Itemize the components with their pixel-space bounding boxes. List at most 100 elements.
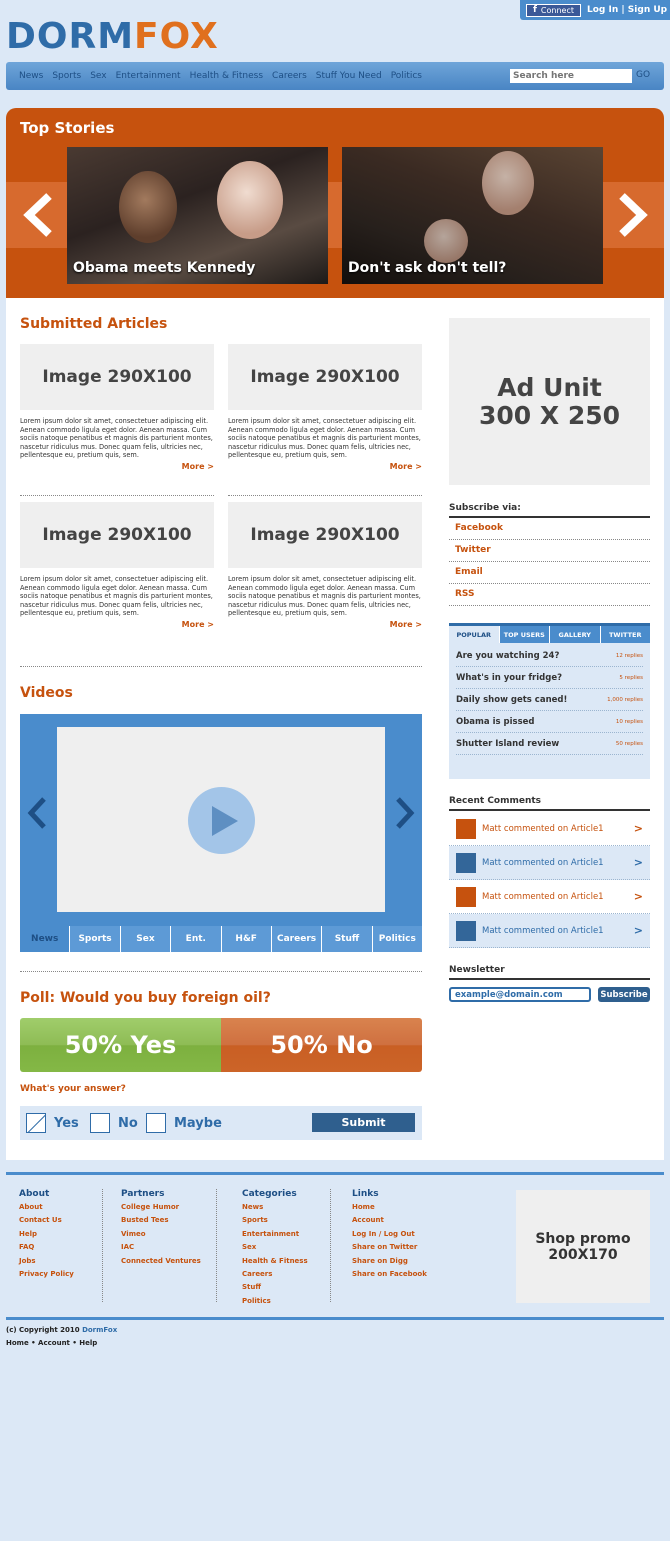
article-more-link[interactable]: More > [20,462,214,471]
checkbox[interactable] [90,1113,110,1133]
avatar [456,852,476,873]
poll-title: Poll: Would you buy foreign oil? [20,990,271,1006]
story-photo-obama-kennedy[interactable]: Obama meets Kennedy [67,147,328,284]
footer-link[interactable]: Sex [242,1241,330,1254]
story-photo-dadt[interactable]: Don't ask don't tell? [342,147,603,284]
poll-option-maybe[interactable]: Maybe [146,1113,222,1133]
video-screen[interactable] [57,727,385,912]
footer-link[interactable]: Home [352,1201,462,1214]
article-image-placeholder[interactable]: Image 290X100 [228,344,422,410]
footer-link[interactable]: Busted Tees [121,1214,216,1227]
video-tab-sex[interactable]: Sex [119,926,171,952]
footer-link[interactable]: Connected Ventures [121,1255,216,1268]
poll-option-no[interactable]: No [90,1113,138,1133]
comment-item[interactable]: Matt commented on Article1 > [449,812,650,846]
article-more-link[interactable]: More > [228,462,422,471]
footer-link[interactable]: Account [352,1214,462,1227]
search-input[interactable] [510,69,632,83]
nav-item-careers[interactable]: Careers [272,71,307,81]
footer-link[interactable]: Jobs [19,1255,102,1268]
footer-link[interactable]: Politics [242,1295,330,1308]
list-item[interactable]: What's in your fridge? 5 replies [456,667,643,689]
footer-link[interactable]: IAC [121,1241,216,1254]
story-caption: Obama meets Kennedy [73,260,256,276]
tab-twitter[interactable]: TWITTER [599,626,650,643]
footer-link[interactable]: College Humor [121,1201,216,1214]
list-item[interactable]: Obama is pissed 10 replies [456,711,643,733]
footer-link[interactable]: News [242,1201,330,1214]
nav-item-stuff-you-need[interactable]: Stuff You Need [316,71,382,81]
nav-item-sex[interactable]: Sex [90,71,106,81]
newsletter-email-field[interactable]: example@domain.com [449,987,591,1002]
footer-link[interactable]: Entertainment [242,1228,330,1241]
article-more-link[interactable]: More > [228,620,422,629]
nav-item-health-fitness[interactable]: Health & Fitness [190,71,263,81]
footer-link[interactable]: Health & Fitness [242,1255,330,1268]
search-go-button[interactable]: GO [636,70,650,80]
nav-item-sports[interactable]: Sports [52,71,81,81]
video-player: News Sports Sex Ent. H&F Careers Stuff P… [20,714,422,952]
subscribe-email-link[interactable]: Email [449,562,650,584]
footer-link[interactable]: Share on Facebook [352,1268,462,1281]
login-signup-link[interactable]: Log In | Sign Up [587,5,667,15]
footer-column-title: Links [352,1189,379,1199]
footer-link[interactable]: Vimeo [121,1228,216,1241]
video-tab-careers[interactable]: Careers [270,926,322,952]
video-tab-politics[interactable]: Politics [371,926,422,952]
shop-promo-placeholder[interactable]: Shop promo 200X170 [516,1190,650,1303]
article-image-placeholder[interactable]: Image 290X100 [228,502,422,568]
list-item[interactable]: Are you watching 24? 12 replies [456,645,643,667]
checkbox-checked[interactable] [26,1113,46,1133]
nav-item-politics[interactable]: Politics [391,71,422,81]
poll-submit-button[interactable]: Submit [312,1113,415,1132]
poll-option-yes[interactable]: Yes [26,1113,79,1133]
article-card: Image 290X100 Lorem ipsum dolor sit amet… [20,502,214,629]
footer-link[interactable]: Share on Twitter [352,1241,462,1254]
footer-column-title: About [19,1189,50,1199]
footer-link[interactable]: Stuff [242,1281,330,1294]
footer-link[interactable]: Careers [242,1268,330,1281]
carousel-next-arrow-icon[interactable] [605,182,660,248]
article-image-placeholder[interactable]: Image 290X100 [20,502,214,568]
nav-item-entertainment[interactable]: Entertainment [116,71,181,81]
facebook-connect-button[interactable]: f Connect [526,3,581,17]
footer-link[interactable]: Help [19,1228,102,1241]
list-item[interactable]: Shutter Island review 50 replies [456,733,643,755]
footer-link[interactable]: Contact Us [19,1214,102,1227]
list-item[interactable]: Daily show gets caned! 1,000 replies [456,689,643,711]
bottom-links[interactable]: Home • Account • Help [6,1339,97,1347]
subscribe-facebook-link[interactable]: Facebook [449,518,650,540]
footer-link[interactable]: FAQ [19,1241,102,1254]
video-tab-entertainment[interactable]: Ent. [170,926,221,952]
comment-item[interactable]: Matt commented on Article1 > [449,914,650,948]
subscribe-twitter-link[interactable]: Twitter [449,540,650,562]
video-prev-arrow-icon[interactable] [26,796,48,838]
footer-link[interactable]: Privacy Policy [19,1268,102,1281]
ad-unit-placeholder[interactable]: Ad Unit 300 X 250 [449,318,650,485]
footer-link[interactable]: Share on Digg [352,1255,462,1268]
carousel-prev-arrow-icon[interactable] [10,182,65,248]
nav-item-news[interactable]: News [19,71,43,81]
video-tab-sports[interactable]: Sports [69,926,120,952]
footer-link[interactable]: Log In / Log Out [352,1228,462,1241]
tab-popular[interactable]: POPULAR [449,626,499,643]
video-next-arrow-icon[interactable] [394,796,416,838]
footer-link[interactable]: Sports [242,1214,330,1227]
video-tab-news[interactable]: News [20,926,70,952]
video-tab-stuff[interactable]: Stuff [321,926,372,952]
comment-text: Matt commented on Article1 [482,857,604,868]
footer-link[interactable]: About [19,1201,102,1214]
article-more-link[interactable]: More > [20,620,214,629]
checkbox[interactable] [146,1113,166,1133]
newsletter-subscribe-button[interactable]: Subscribe [598,987,650,1002]
video-tab-health-fitness[interactable]: H&F [220,926,271,952]
copyright-brand-link[interactable]: DormFox [82,1326,117,1334]
subscribe-rss-link[interactable]: RSS [449,584,650,606]
comment-item[interactable]: Matt commented on Article1 > [449,880,650,914]
article-image-placeholder[interactable]: Image 290X100 [20,344,214,410]
tab-top-users[interactable]: TOP USERS [498,626,549,643]
tab-gallery[interactable]: GALLERY [549,626,600,643]
comment-item[interactable]: Matt commented on Article1 > [449,846,650,880]
play-icon[interactable] [188,787,255,854]
site-logo[interactable]: DORMFOX [6,16,219,57]
